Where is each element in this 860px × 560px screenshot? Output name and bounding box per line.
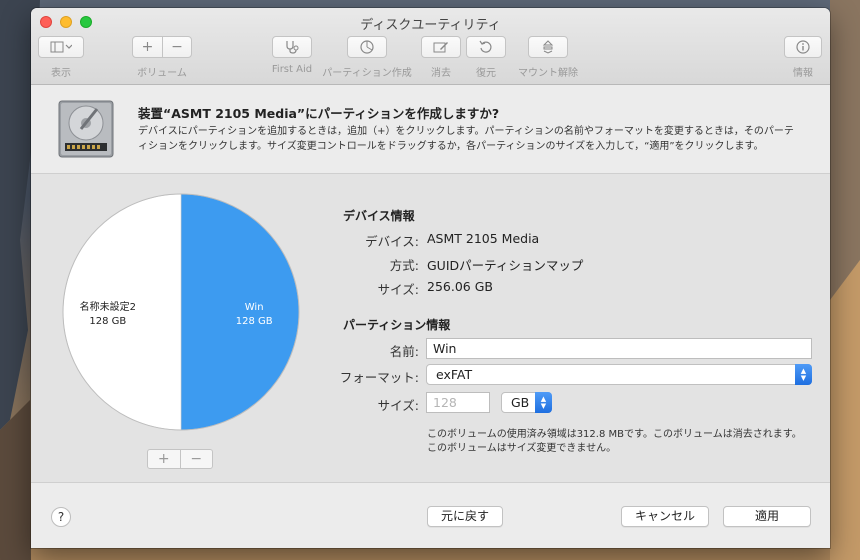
title-bar: ディスクユーティリティ 表示 + − ボリューム First Aid パーティシ… xyxy=(31,8,830,85)
partition-label: パーティション作成 xyxy=(322,68,412,79)
revert-button[interactable]: 元に戻す xyxy=(427,506,503,527)
device-value: ASMT 2105 Media xyxy=(427,231,540,246)
volume-label: ボリューム xyxy=(137,68,187,79)
format-value: exFAT xyxy=(436,367,473,382)
restore-label: 復元 xyxy=(476,68,496,79)
toolbar-erase[interactable]: 消去 xyxy=(421,36,461,79)
partition-slice-name: Win xyxy=(245,302,264,313)
partition-info-title: パーティション情報 xyxy=(343,318,451,332)
sheet-title: 装置“ASMT 2105 Media”にパーティションを作成しますか? xyxy=(138,106,500,121)
add-partition-button[interactable]: + xyxy=(148,450,180,468)
format-select[interactable]: exFAT ▲ ▼ xyxy=(426,364,812,385)
partition-note: このボリュームの使用済み領域は312.8 MBです。このボリュームは消去されます… xyxy=(427,428,802,456)
sheet-header: 装置“ASMT 2105 Media”にパーティションを作成しますか? デバイス… xyxy=(31,85,830,173)
cancel-button[interactable]: キャンセル xyxy=(621,506,709,527)
view-label: 表示 xyxy=(51,68,71,79)
format-label: フォーマット: xyxy=(339,370,419,385)
toolbar-restore[interactable]: 復元 xyxy=(466,36,506,79)
partition-slice-size: 128 GB xyxy=(89,316,126,327)
sheet-footer: ? 元に戻す キャンセル 適用 xyxy=(31,483,830,548)
unmount-icon xyxy=(542,40,554,54)
partition-note-line-1: このボリュームの使用済み領域は312.8 MBです。このボリュームは消去されます… xyxy=(427,429,802,440)
scheme-value: GUIDパーティションマップ xyxy=(427,258,584,273)
sheet-description-line-2: ィションをクリックします。サイズ変更コントロールをドラッグするか，各パーティショ… xyxy=(138,141,764,152)
toolbar-unmount[interactable]: マウント解除 xyxy=(515,36,581,79)
device-size-label: サイズ: xyxy=(377,282,419,297)
hard-disk-icon xyxy=(58,100,114,158)
partition-note-line-2: このボリュームはサイズ変更できません。 xyxy=(427,443,617,454)
device-label: デバイス: xyxy=(365,234,419,249)
name-label: 名前: xyxy=(389,344,419,359)
first-aid-button[interactable] xyxy=(272,36,312,58)
apply-button[interactable]: 適用 xyxy=(723,506,811,527)
disk-utility-window: ディスクユーティリティ 表示 + − ボリューム First Aid パーティシ… xyxy=(31,8,830,548)
sidebar-icon xyxy=(50,41,72,53)
partition-button[interactable] xyxy=(347,36,387,58)
partition-slice-size: 128 GB xyxy=(236,316,273,327)
restore-icon xyxy=(479,40,492,53)
partition-sheet: 装置“ASMT 2105 Media”にパーティションを作成しますか? デバイス… xyxy=(31,85,830,548)
toolbar-first-aid[interactable]: First Aid xyxy=(269,36,315,75)
view-button[interactable] xyxy=(38,36,84,58)
toolbar-volume: + − ボリューム xyxy=(132,36,192,79)
device-info-title: デバイス情報 xyxy=(343,209,415,223)
toolbar-info[interactable]: 情報 xyxy=(784,36,822,79)
erase-icon xyxy=(433,42,448,53)
help-button[interactable]: ? xyxy=(51,507,71,527)
scheme-label: 方式: xyxy=(389,258,419,273)
sheet-description: デバイスにパーティションを追加するときは，追加（+）をクリックします。パーティシ… xyxy=(138,124,808,154)
select-arrows-icon: ▲ ▼ xyxy=(795,364,812,385)
toolbar-partition[interactable]: パーティション作成 xyxy=(321,36,413,79)
partition-slice[interactable] xyxy=(180,193,300,431)
toolbar-view[interactable]: 表示 xyxy=(38,36,84,79)
unmount-label: マウント解除 xyxy=(518,68,578,79)
stethoscope-icon xyxy=(286,41,299,54)
erase-button[interactable] xyxy=(421,36,461,58)
first-aid-label: First Aid xyxy=(271,64,313,75)
erase-label: 消去 xyxy=(431,68,451,79)
partition-name-input[interactable]: Win xyxy=(426,338,812,359)
window-title: ディスクユーティリティ xyxy=(360,18,501,33)
info-label: 情報 xyxy=(793,68,813,79)
partition-slice-name: 名称未設定2 xyxy=(80,300,136,313)
partition-size-input[interactable]: 128 xyxy=(426,392,490,413)
partition-size-label: サイズ: xyxy=(377,398,419,413)
restore-button[interactable] xyxy=(466,36,506,58)
info-button[interactable] xyxy=(784,36,822,58)
info-icon xyxy=(796,40,810,54)
device-size-value: 256.06 GB xyxy=(427,279,493,294)
remove-volume-button[interactable]: − xyxy=(162,36,191,58)
partition-content: Win 128 GB 名称未設定2 128 GB + − デバイス情報 デバイス: A… xyxy=(31,173,830,483)
pie-chart-icon xyxy=(360,40,374,54)
size-unit-value: GB xyxy=(511,395,530,410)
remove-partition-button[interactable]: − xyxy=(179,450,213,468)
partition-add-remove: + − xyxy=(147,449,213,469)
select-arrows-icon: ▲ ▼ xyxy=(535,392,552,413)
size-unit-select[interactable]: GB ▲ ▼ xyxy=(501,392,552,413)
unmount-button[interactable] xyxy=(528,36,568,58)
sheet-description-line-1: デバイスにパーティションを追加するときは，追加（+）をクリックします。パーティシ… xyxy=(138,126,794,137)
partition-pie-chart[interactable]: Win 128 GB 名称未設定2 128 GB xyxy=(61,192,301,432)
add-volume-button[interactable]: + xyxy=(133,36,162,58)
